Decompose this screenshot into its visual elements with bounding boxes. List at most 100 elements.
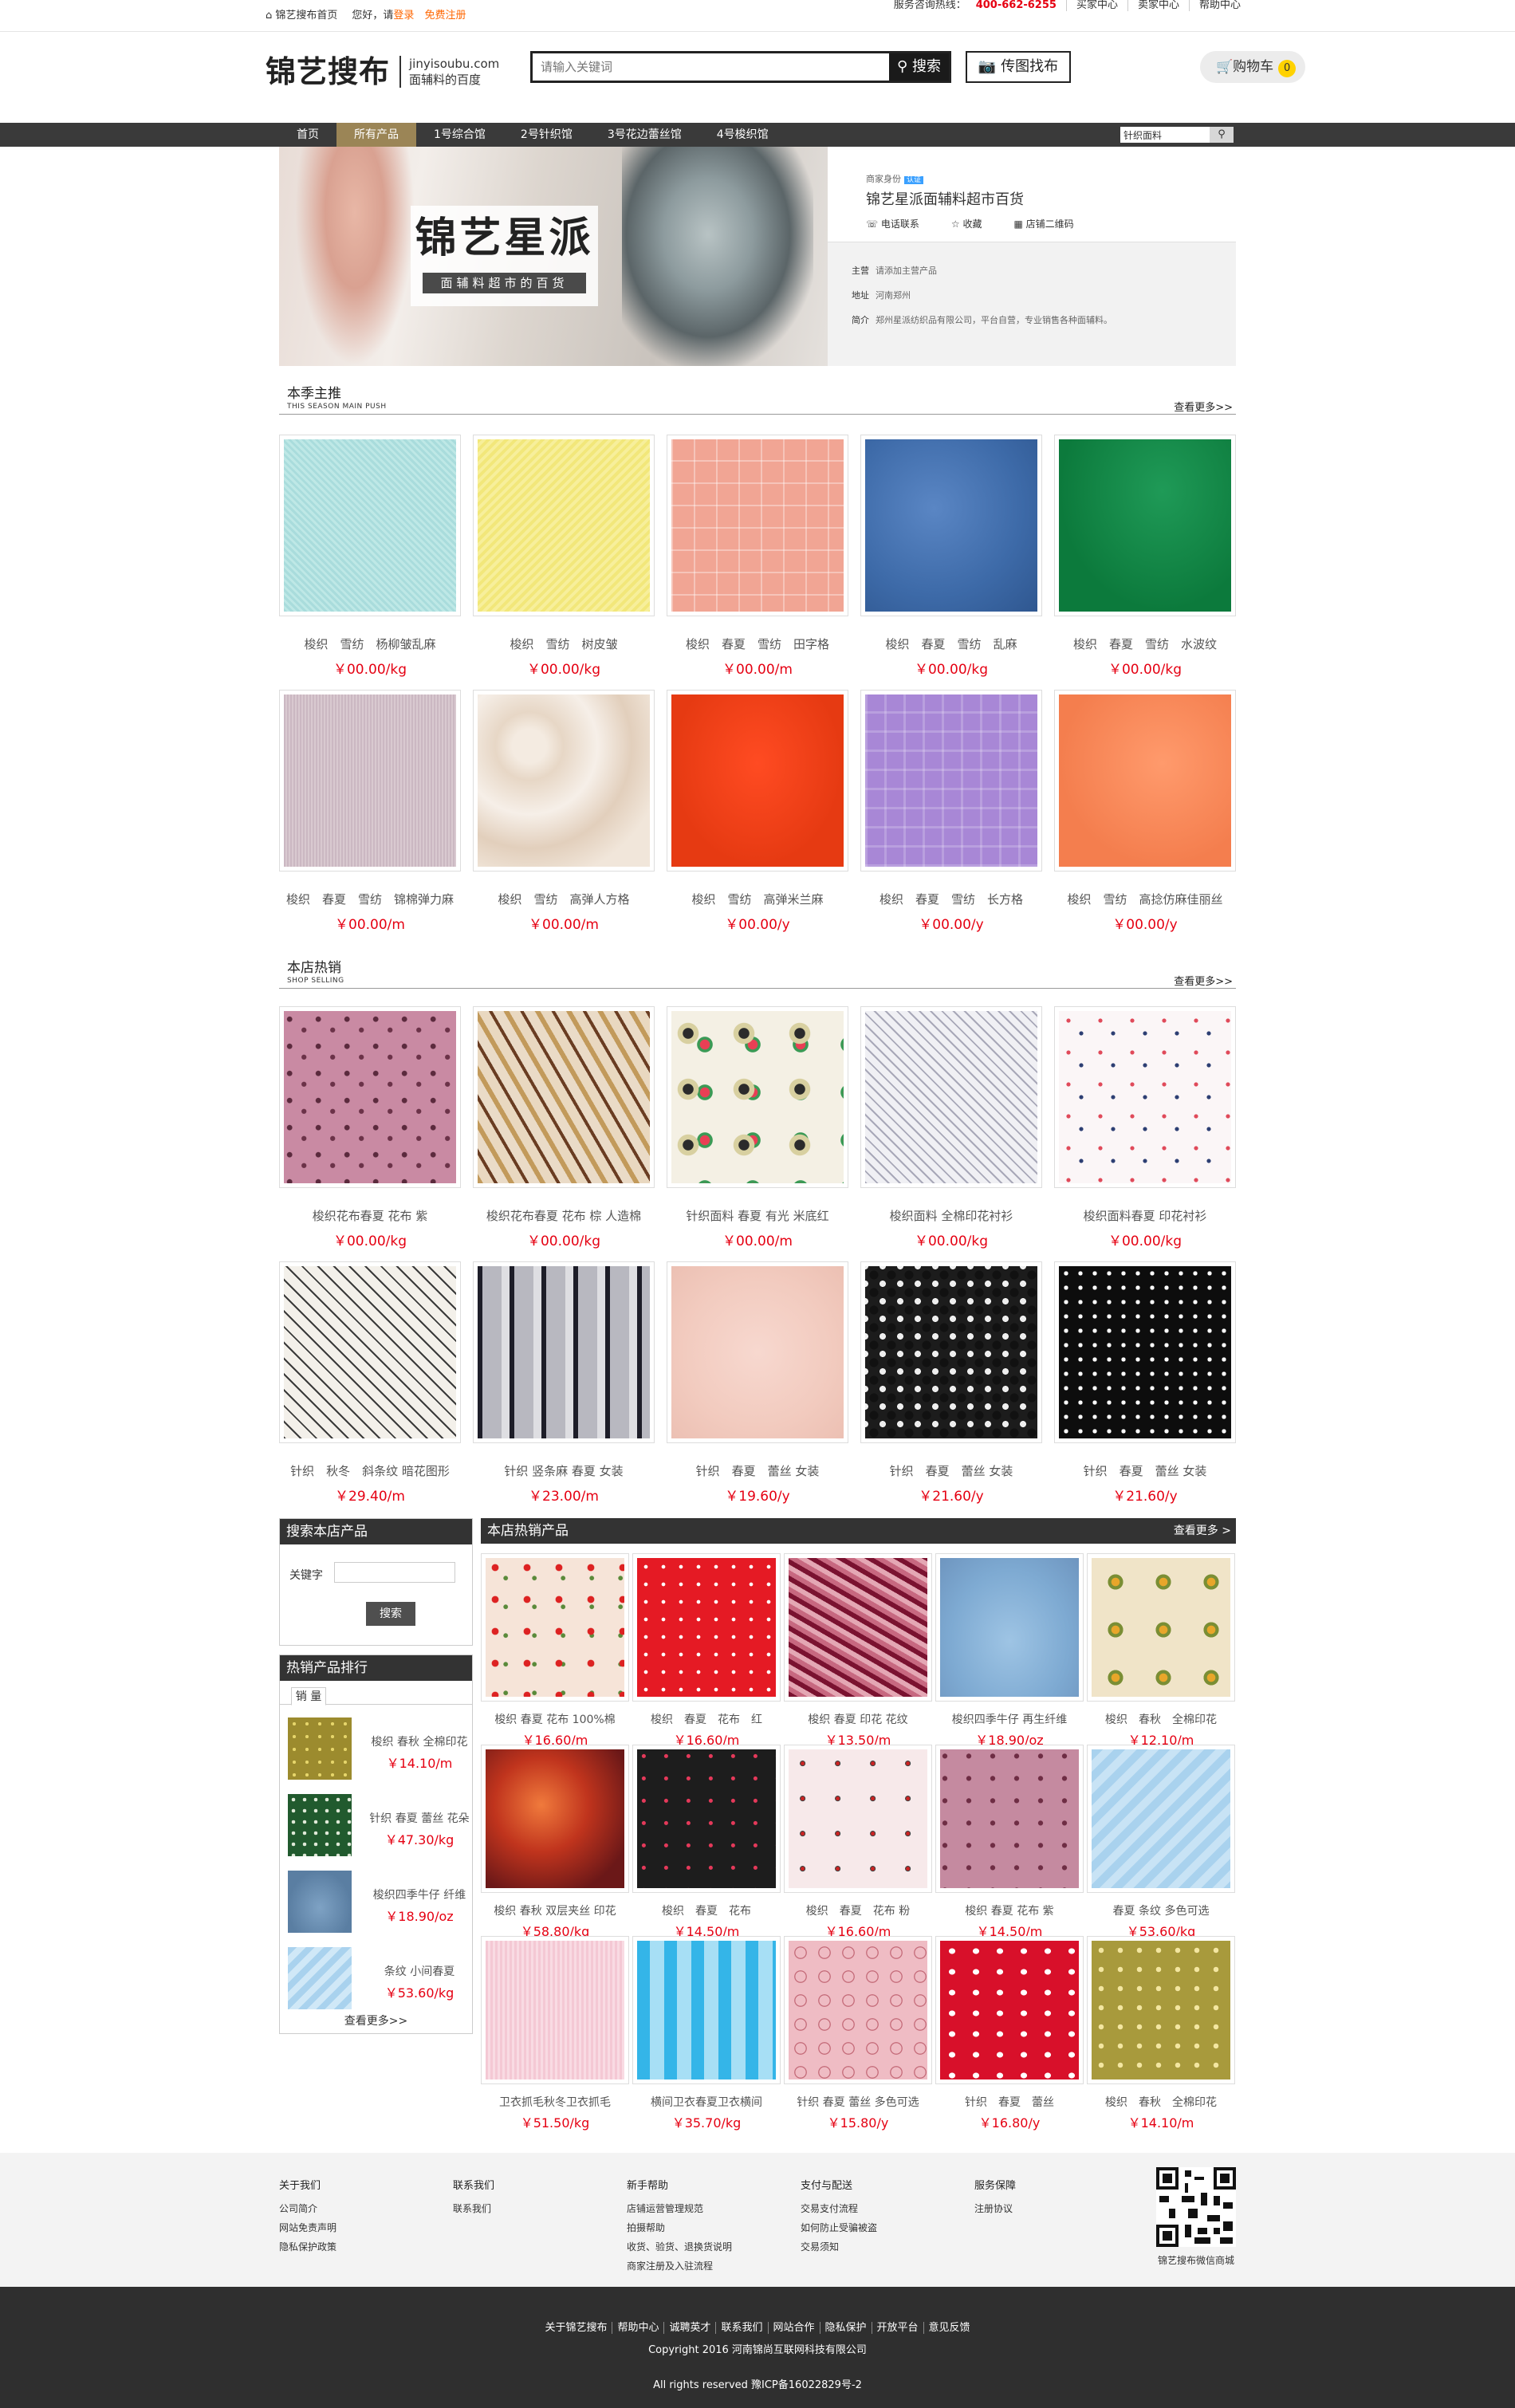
- product-image[interactable]: [473, 1006, 655, 1188]
- product-name[interactable]: 针织 秋冬 斜条纹 暗花图形: [279, 1462, 461, 1479]
- shop-qrcode-link[interactable]: ▦ 店铺二维码: [1013, 217, 1073, 230]
- footer-link[interactable]: 收货、验货、退换货说明: [627, 2237, 732, 2257]
- product-name[interactable]: 针织面料 春夏 有光 米底红: [667, 1207, 848, 1224]
- product-image[interactable]: [935, 1553, 1084, 1702]
- product-name[interactable]: 梭织花布春夏 花布 紫: [279, 1207, 461, 1224]
- footer-link[interactable]: 店铺运营管理规范: [627, 2199, 732, 2218]
- ranking-item[interactable]: 梭织 春秋 全棉印花 ￥14.10/m: [288, 1708, 467, 1780]
- product-image[interactable]: [279, 435, 461, 616]
- help-center-link[interactable]: 帮助中心: [1188, 0, 1250, 11]
- product-image[interactable]: [935, 1745, 1084, 1893]
- seller-center-link[interactable]: 卖家中心: [1127, 0, 1189, 11]
- nav-item-0[interactable]: 首页: [279, 123, 336, 147]
- product-name[interactable]: 针织 春夏 蕾丝: [935, 2094, 1084, 2110]
- product-image[interactable]: [667, 690, 848, 872]
- product-image[interactable]: [279, 690, 461, 872]
- product-name[interactable]: 梭织 春夏 雪纺 水波纹: [1054, 635, 1236, 652]
- nav-search-button[interactable]: ⚲: [1210, 127, 1234, 143]
- product-name[interactable]: 梭织面料春夏 印花衬衫: [1054, 1207, 1236, 1224]
- product-name[interactable]: 梭织 雪纺 高弹米兰麻: [667, 891, 848, 907]
- product-image[interactable]: [784, 1745, 932, 1893]
- footer-link[interactable]: 商家注册及入驻流程: [627, 2257, 732, 2276]
- ranking-item-name[interactable]: 针织 春夏 蕾丝 花朵: [368, 1810, 471, 1826]
- footer-bottom-link[interactable]: 隐私保护: [819, 2322, 872, 2334]
- product-name[interactable]: 梭织面料 全棉印花衬衫: [860, 1207, 1042, 1224]
- hot-sale-more-link[interactable]: 查看更多>>: [1174, 973, 1233, 988]
- footer-link[interactable]: 拍摄帮助: [627, 2218, 732, 2237]
- product-name[interactable]: 针织 春夏 蕾丝 女装: [860, 1462, 1042, 1479]
- product-name[interactable]: 梭织花布春夏 花布 棕 人造棉: [473, 1207, 655, 1224]
- product-image[interactable]: [1087, 1553, 1235, 1702]
- product-image[interactable]: [784, 1936, 932, 2084]
- product-image[interactable]: [860, 1006, 1042, 1188]
- nav-item-3[interactable]: 2号针织馆: [503, 123, 590, 147]
- product-name[interactable]: 梭织 春夏 雪纺 田字格: [667, 635, 848, 652]
- footer-bottom-link[interactable]: 联系我们: [715, 2322, 768, 2334]
- product-image[interactable]: [1087, 1936, 1235, 2084]
- cart-button[interactable]: 🛒购物车 0: [1200, 51, 1305, 83]
- product-name[interactable]: 梭织 雪纺 杨柳皱乱麻: [279, 635, 461, 652]
- footer-link[interactable]: 交易支付流程: [801, 2199, 877, 2218]
- footer-link[interactable]: 公司简介: [279, 2199, 336, 2218]
- phone-contact-link[interactable]: ☏ 电话联系: [866, 217, 919, 230]
- product-image[interactable]: [481, 1745, 629, 1893]
- product-name[interactable]: 卫衣抓毛秋冬卫衣抓毛: [481, 2094, 629, 2110]
- footer-bottom-link[interactable]: 意见反馈: [923, 2322, 975, 2334]
- product-image[interactable]: [473, 435, 655, 616]
- product-name[interactable]: 梭织 春夏 印花 花纹: [784, 1711, 932, 1727]
- ranking-item-name[interactable]: 梭织四季牛仔 纤维: [368, 1887, 471, 1902]
- search-button[interactable]: ⚲ 搜索: [889, 53, 949, 81]
- product-image[interactable]: [1054, 690, 1236, 872]
- product-image[interactable]: [632, 1936, 781, 2084]
- product-name[interactable]: 梭织 春夏 花布 粉: [784, 1902, 932, 1918]
- product-name[interactable]: 梭织 雪纺 高弹人方格: [473, 891, 655, 907]
- nav-item-2[interactable]: 1号综合馆: [416, 123, 503, 147]
- ranking-item[interactable]: 梭织四季牛仔 纤维 ￥18.90/oz: [288, 1861, 467, 1933]
- footer-bottom-link[interactable]: 诚聘英才: [663, 2322, 716, 2334]
- ranking-item[interactable]: 条纹 小间春夏 ￥53.60/kg: [288, 1938, 467, 2009]
- ranking-more-link[interactable]: 查看更多>>: [280, 2013, 472, 2028]
- product-name[interactable]: 梭织 雪纺 高捻仿麻佳丽丝: [1054, 891, 1236, 907]
- footer-link[interactable]: 如何防止受骗被盗: [801, 2218, 877, 2237]
- product-name[interactable]: 针织 春夏 蕾丝 多色可选: [784, 2094, 932, 2110]
- site-logo[interactable]: 锦艺搜布 jinyisoubu.com 面辅料的百度: [266, 49, 499, 94]
- product-name[interactable]: 针织 竖条麻 春夏 女装: [473, 1462, 655, 1479]
- product-image[interactable]: [860, 1261, 1042, 1443]
- product-image[interactable]: [279, 1006, 461, 1188]
- product-name[interactable]: 梭织 春夏 花布: [632, 1902, 781, 1918]
- product-name[interactable]: 梭织 春夏 雪纺 锦棉弹力麻: [279, 891, 461, 907]
- product-name[interactable]: 针织 春夏 蕾丝 女装: [1054, 1462, 1236, 1479]
- footer-bottom-link[interactable]: 帮助中心: [612, 2322, 664, 2334]
- product-name[interactable]: 梭织 春秋 全棉印花: [1087, 2094, 1235, 2110]
- product-name[interactable]: 梭织 春夏 雪纺 乱麻: [860, 635, 1042, 652]
- product-name[interactable]: 梭织 春秋 全棉印花: [1087, 1711, 1235, 1727]
- footer-link[interactable]: 网站免责声明: [279, 2218, 336, 2237]
- product-name[interactable]: 横间卫衣春夏卫衣横间: [632, 2094, 781, 2110]
- product-image[interactable]: [1054, 435, 1236, 616]
- tab-sales[interactable]: 销 量: [291, 1687, 326, 1706]
- product-image[interactable]: [667, 1261, 848, 1443]
- product-name[interactable]: 梭织 春夏 花布 红: [632, 1711, 781, 1727]
- footer-link[interactable]: 隐私保护政策: [279, 2237, 336, 2257]
- product-name[interactable]: 梭织 春夏 雪纺 长方格: [860, 891, 1042, 907]
- product-image[interactable]: [784, 1553, 932, 1702]
- store-search-button[interactable]: 搜索: [366, 1602, 415, 1626]
- footer-bottom-link[interactable]: 网站合作: [767, 2322, 820, 2334]
- product-name[interactable]: 梭织四季牛仔 再生纤维: [935, 1711, 1084, 1727]
- store-hot-more-link[interactable]: 查看更多 >: [1174, 1518, 1231, 1544]
- product-image[interactable]: [481, 1936, 629, 2084]
- product-image[interactable]: [667, 435, 848, 616]
- product-image[interactable]: [473, 690, 655, 872]
- product-name[interactable]: 春夏 条纹 多色可选: [1087, 1902, 1235, 1918]
- login-link[interactable]: 登录: [393, 10, 414, 22]
- product-image[interactable]: [1087, 1745, 1235, 1893]
- product-image[interactable]: [632, 1553, 781, 1702]
- footer-link[interactable]: 交易须知: [801, 2237, 877, 2257]
- product-image[interactable]: [860, 690, 1042, 872]
- nav-item-5[interactable]: 4号梭织馆: [699, 123, 786, 147]
- product-image[interactable]: [632, 1745, 781, 1893]
- product-name[interactable]: 针织 春夏 蕾丝 女装: [667, 1462, 848, 1479]
- buyer-center-link[interactable]: 买家中心: [1065, 0, 1127, 11]
- footer-link[interactable]: 联系我们: [453, 2199, 494, 2218]
- search-input[interactable]: [533, 53, 893, 81]
